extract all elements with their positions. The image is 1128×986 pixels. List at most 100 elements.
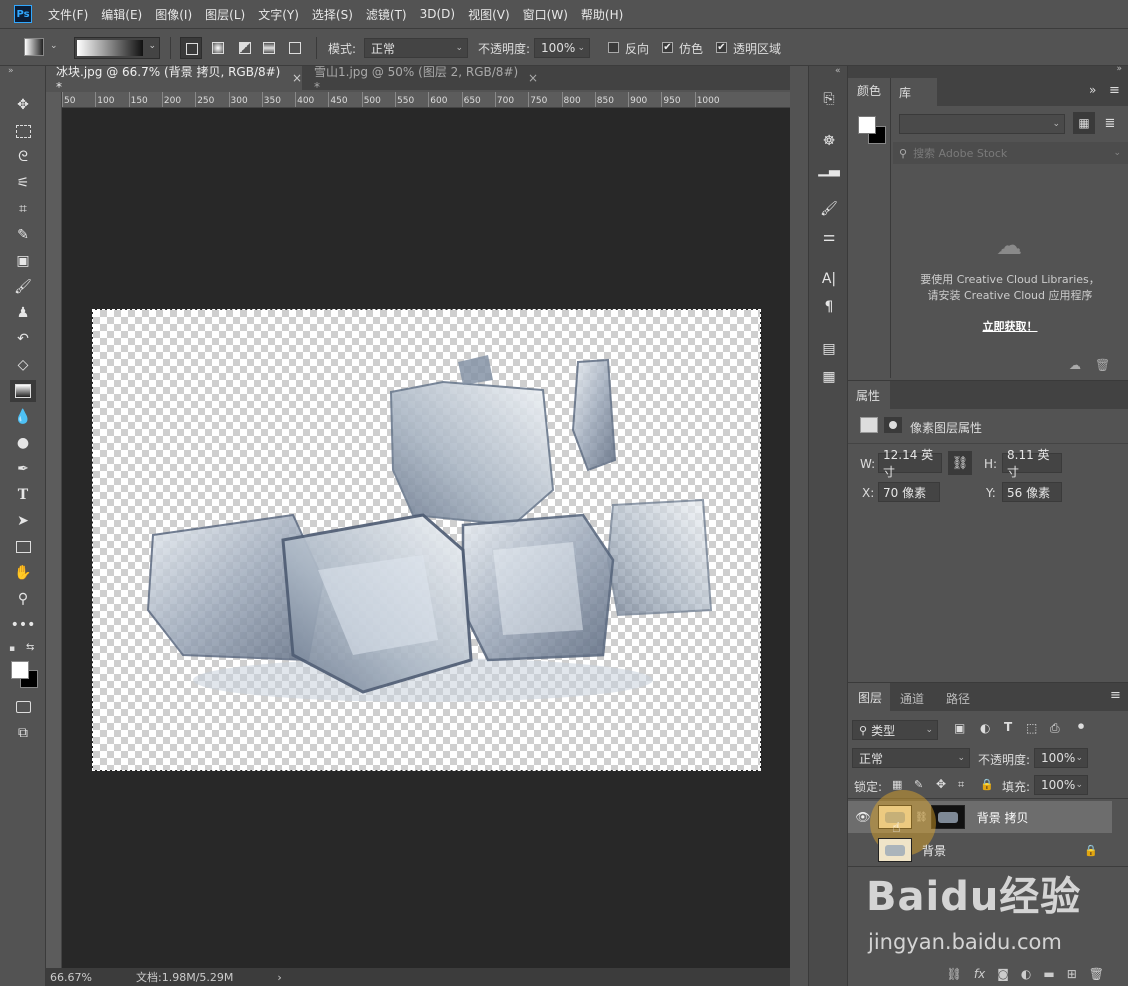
link-dimensions-icon[interactable]: ⛓ bbox=[948, 451, 972, 475]
trash-icon[interactable]: 🗑 bbox=[1095, 358, 1110, 372]
rectangle-tool-icon[interactable] bbox=[10, 536, 36, 558]
layer-opacity-input[interactable]: 100% ⌄ bbox=[1034, 748, 1088, 768]
y-field[interactable]: 56 像素 bbox=[1002, 482, 1062, 502]
chevron-down-icon[interactable]: ⌄ bbox=[50, 41, 58, 51]
trash-icon[interactable]: 🗑 bbox=[1089, 967, 1104, 981]
tab-layers[interactable]: 图层 bbox=[848, 683, 890, 711]
adjustment-layer-icon[interactable]: ◐ bbox=[1021, 967, 1031, 981]
filter-type-icon[interactable]: T bbox=[1004, 720, 1012, 734]
default-colors-icon[interactable]: ▪ bbox=[9, 644, 15, 654]
magic-wand-tool-icon[interactable]: ⚟ bbox=[10, 172, 36, 194]
panel-expand-icon[interactable]: » bbox=[1089, 83, 1096, 97]
x-field[interactable]: 70 像素 bbox=[878, 482, 940, 502]
transparency-checkbox[interactable]: ✔ bbox=[716, 42, 727, 53]
type-tool-icon[interactable]: T bbox=[10, 484, 36, 506]
new-layer-icon[interactable]: ⊞ bbox=[1067, 967, 1077, 981]
stock-search-field[interactable]: ⚲ 搜索 Adobe Stock ⌄ bbox=[893, 142, 1128, 164]
filter-toggle-icon[interactable]: ⏺ bbox=[1078, 719, 1084, 734]
radial-gradient-button[interactable] bbox=[207, 37, 229, 59]
menu-layer[interactable]: 图层(L) bbox=[205, 6, 245, 23]
gradient-picker[interactable]: ⌄ bbox=[74, 37, 160, 59]
lock-image-icon[interactable]: ✎ bbox=[914, 778, 923, 791]
patch-tool-icon[interactable]: ▣ bbox=[10, 250, 36, 272]
status-menu-arrow-icon[interactable]: › bbox=[277, 971, 281, 984]
mode-select[interactable]: 正常 ⌄ bbox=[364, 38, 468, 58]
menu-3d[interactable]: 3D(D) bbox=[420, 7, 455, 21]
actions-panel-icon[interactable]: ▤ bbox=[817, 338, 841, 360]
panel-menu-icon[interactable]: ≡ bbox=[1109, 83, 1120, 98]
filter-pixel-icon[interactable]: ▣ bbox=[954, 721, 965, 735]
marquee-tool-icon[interactable] bbox=[10, 120, 36, 142]
fx-icon[interactable]: fx bbox=[974, 967, 985, 981]
adjustments-panel-icon[interactable]: ⚌ bbox=[817, 226, 841, 248]
stamp-tool-icon[interactable]: ♟ bbox=[10, 302, 36, 324]
linear-gradient-button[interactable] bbox=[180, 37, 202, 59]
tab-library[interactable]: 库 bbox=[891, 78, 937, 106]
collapse-arrows-icon[interactable]: » bbox=[8, 66, 14, 76]
filter-smart-object-icon[interactable]: ⎙ bbox=[1050, 721, 1060, 736]
paragraph-panel-icon[interactable]: ¶ bbox=[817, 296, 841, 318]
menu-view[interactable]: 视图(V) bbox=[468, 6, 510, 23]
photoshop-logo[interactable]: Ps bbox=[14, 5, 32, 23]
hand-tool-icon[interactable]: ✋ bbox=[10, 562, 36, 584]
height-field[interactable]: 8.11 英寸 bbox=[1002, 448, 1062, 479]
blend-mode-select[interactable]: 正常 ⌄ bbox=[852, 748, 970, 768]
collapse-arrows-icon[interactable]: » bbox=[1116, 64, 1122, 74]
menu-help[interactable]: 帮助(H) bbox=[581, 6, 623, 23]
reverse-checkbox[interactable] bbox=[608, 42, 619, 53]
histogram-panel-icon[interactable]: ▁▃ bbox=[817, 158, 841, 180]
move-tool-icon[interactable]: ✥ bbox=[10, 94, 36, 116]
filter-adjustment-icon[interactable]: ◐ bbox=[980, 721, 990, 735]
collapse-arrows-icon[interactable]: « bbox=[835, 66, 841, 76]
lasso-tool-icon[interactable]: ᘓ bbox=[10, 146, 36, 168]
width-field[interactable]: 12.14 英寸 bbox=[878, 448, 942, 479]
angle-gradient-button[interactable] bbox=[234, 37, 256, 59]
quick-mask-icon[interactable] bbox=[10, 696, 36, 718]
tab-paths[interactable]: 路径 bbox=[946, 690, 970, 707]
grid-view-icon[interactable]: ▦ bbox=[1073, 112, 1095, 134]
notes-panel-icon[interactable]: ▦ bbox=[817, 366, 841, 388]
tab-properties[interactable]: 属性 bbox=[848, 381, 890, 409]
crop-tool-icon[interactable]: ⌗ bbox=[10, 198, 36, 220]
reflected-gradient-button[interactable] bbox=[258, 37, 280, 59]
gradient-tool-preset-icon[interactable] bbox=[24, 38, 44, 56]
filter-shape-icon[interactable]: ⬚ bbox=[1026, 721, 1037, 735]
tab-color[interactable]: 颜色 bbox=[848, 78, 890, 102]
menu-select[interactable]: 选择(S) bbox=[312, 6, 353, 23]
menu-type[interactable]: 文字(Y) bbox=[258, 6, 299, 23]
menu-edit[interactable]: 编辑(E) bbox=[101, 6, 142, 23]
zoom-level[interactable]: 66.67% bbox=[50, 971, 120, 984]
layer-row-background[interactable]: 背景 🔒 bbox=[848, 834, 1112, 866]
install-link[interactable]: 立即获取！ bbox=[891, 318, 1128, 334]
foreground-color-swatch[interactable] bbox=[11, 661, 29, 679]
menu-file[interactable]: 文件(F) bbox=[48, 6, 88, 23]
history-panel-icon[interactable]: ⎘ bbox=[817, 88, 841, 110]
eyedropper-tool-icon[interactable]: ✎ bbox=[10, 224, 36, 246]
close-icon[interactable]: × bbox=[292, 71, 302, 85]
tab-ice-cubes[interactable]: 冰块.jpg @ 66.7% (背景 拷贝, RGB/8#) * × bbox=[46, 65, 302, 94]
pen-tool-icon[interactable]: ✒ bbox=[10, 458, 36, 480]
fill-input[interactable]: 100% ⌄ bbox=[1034, 775, 1088, 795]
screen-mode-icon[interactable]: ⧉ bbox=[10, 722, 36, 744]
library-select[interactable]: ⌄ bbox=[899, 114, 1065, 134]
character-panel-icon[interactable]: A| bbox=[817, 268, 841, 290]
lock-position-icon[interactable]: ✥ bbox=[936, 777, 946, 791]
chevron-down-icon[interactable]: ⌄ bbox=[148, 41, 156, 51]
new-group-icon[interactable]: ▬ bbox=[1043, 967, 1054, 981]
list-view-icon[interactable]: ≣ bbox=[1099, 112, 1121, 134]
document-image[interactable] bbox=[92, 309, 761, 771]
layer-mask-icon[interactable] bbox=[884, 417, 902, 433]
close-icon[interactable]: × bbox=[528, 71, 538, 85]
lock-artboard-icon[interactable]: ⌗ bbox=[958, 778, 964, 792]
foreground-color-swatch[interactable] bbox=[858, 116, 876, 134]
tab-channels[interactable]: 通道 bbox=[900, 690, 924, 707]
brush-settings-panel-icon[interactable]: 🖌 bbox=[817, 198, 841, 220]
history-brush-tool-icon[interactable]: ↶ bbox=[10, 328, 36, 350]
dither-checkbox[interactable]: ✔ bbox=[662, 42, 673, 53]
swap-colors-icon[interactable]: ⇆ bbox=[26, 642, 34, 653]
eraser-tool-icon[interactable]: ◇ bbox=[10, 354, 36, 376]
dodge-tool-icon[interactable]: ● bbox=[10, 432, 36, 454]
brush-tool-icon[interactable]: 🖌 bbox=[10, 276, 36, 298]
layer-filter-select[interactable]: ⚲ 类型 ⌄ bbox=[852, 720, 938, 740]
diamond-gradient-button[interactable] bbox=[284, 37, 306, 59]
